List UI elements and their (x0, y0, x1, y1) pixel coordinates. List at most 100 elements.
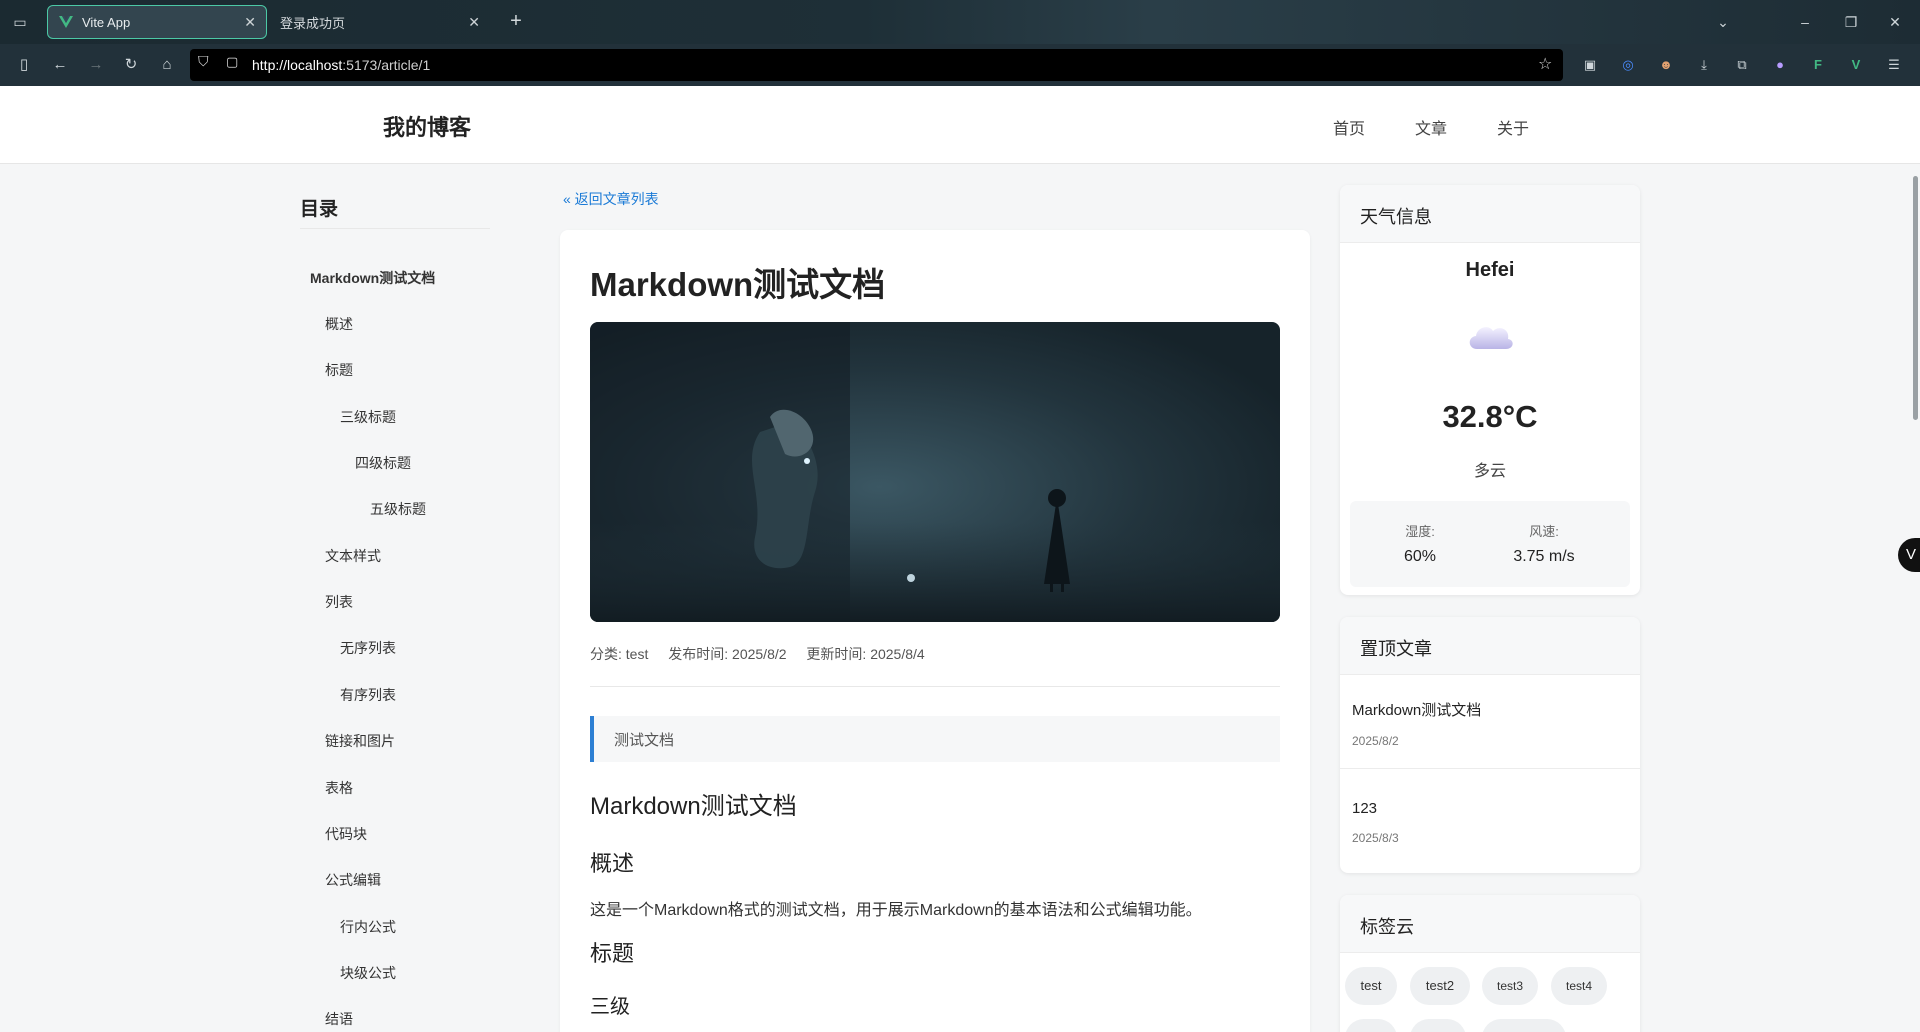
toc-item[interactable]: 行内公式 (340, 917, 396, 937)
extension-f-icon[interactable]: F (1806, 53, 1830, 77)
page-info-icon[interactable]: ▢ (226, 54, 238, 70)
nav-home[interactable]: 首页 (1333, 115, 1365, 139)
toc-item[interactable]: 概述 (325, 314, 353, 334)
new-tab-icon[interactable]: + (504, 10, 528, 34)
weather-heading: 天气信息 (1340, 185, 1640, 243)
back-to-list-link[interactable]: « 返回文章列表 (563, 189, 659, 209)
vue-logo-icon (59, 16, 73, 28)
meta-divider (590, 686, 1280, 687)
toc-item[interactable]: Markdown测试文档 (310, 268, 435, 288)
pinned-item-date: 2025/8/3 (1352, 831, 1399, 845)
browser-tab-bar: ▭ Vite App ✕ 登录成功页 ✕ + ⌄ – ❐ ✕ (0, 0, 1920, 44)
toc-item[interactable]: 无序列表 (340, 638, 396, 658)
toc-item[interactable]: 链接和图片 (325, 731, 395, 751)
toc-item[interactable]: 三级标题 (340, 407, 396, 427)
article-title: Markdown测试文档 (590, 266, 886, 303)
toc-item[interactable]: 表格 (325, 778, 353, 798)
heading-headings: 标题 (590, 941, 635, 966)
url-text: http://localhost:5173/article/1 (252, 57, 431, 73)
extension-blue-icon[interactable]: ◎ (1616, 53, 1640, 77)
close-tab-icon[interactable]: ✕ (468, 14, 480, 31)
tag-chip[interactable] (1410, 1019, 1466, 1032)
minimize-icon[interactable]: – (1790, 8, 1820, 36)
toc-item[interactable]: 代码块 (325, 824, 367, 844)
url-bar[interactable]: ⛉ ▢ http://localhost:5173/article/1 ☆ (190, 49, 1563, 81)
toc-title: 目录 (300, 199, 339, 220)
site-header: 我的博客 首页 文章 关于 (0, 86, 1920, 164)
weather-details: 湿度: 60% 风速: 3.75 m/s (1350, 501, 1630, 587)
nav-about[interactable]: 关于 (1497, 115, 1529, 139)
tab-vite-app[interactable]: Vite App ✕ (47, 5, 267, 39)
tag-chip[interactable]: test4 (1551, 967, 1607, 1005)
toc-item[interactable]: 标题 (325, 360, 353, 380)
wind-value: 3.75 m/s (1513, 548, 1575, 565)
toc-item[interactable]: 五级标题 (370, 499, 426, 519)
weather-description: 多云 (1473, 463, 1506, 480)
pinned-item-title[interactable]: Markdown测试文档 (1352, 699, 1481, 720)
shield-icon[interactable]: ⛉ (198, 53, 209, 70)
weather-temperature: 32.8°C (1442, 399, 1538, 434)
humidity-stat: 湿度: 60% (1350, 521, 1490, 566)
close-tab-icon[interactable]: ✕ (244, 14, 256, 31)
back-icon[interactable]: ← (48, 53, 72, 77)
extension-face-icon[interactable]: ☻ (1654, 53, 1678, 77)
heading-overview: 概述 (590, 851, 635, 876)
bookmark-star-icon[interactable]: ☆ (1538, 54, 1552, 74)
pinned-item[interactable]: 123 2025/8/3 (1352, 800, 1399, 845)
article-summary: 测试文档 (590, 716, 1280, 762)
vue-devtools-toggle[interactable]: V (1898, 538, 1920, 572)
home-icon[interactable]: ⌂ (155, 53, 179, 77)
humidity-label: 湿度: (1405, 524, 1435, 539)
tag-chip[interactable]: test (1345, 967, 1397, 1005)
extensions-puzzle-icon[interactable]: ⧉ (1730, 53, 1754, 77)
tag-cloud-heading: 标签云 (1340, 895, 1640, 953)
tag-chip[interactable] (1345, 1019, 1397, 1032)
toc-item[interactable]: 有序列表 (340, 685, 396, 705)
tag-chip[interactable]: test2 (1410, 967, 1470, 1005)
pinned-divider (1340, 768, 1640, 769)
restore-icon[interactable]: ❐ (1836, 8, 1866, 36)
tab-list-icon[interactable]: ▭ (8, 10, 32, 34)
menu-hamburger-icon[interactable]: ☰ (1882, 53, 1906, 77)
pinned-card: 置顶文章 Markdown测试文档 2025/8/2 123 2025/8/3 (1340, 617, 1640, 873)
heading-h3-partial: 三级 (590, 996, 630, 1018)
toc-item[interactable]: 列表 (325, 592, 353, 612)
article-meta: 分类: test 发布时间: 2025/8/2 更新时间: 2025/8/4 (590, 644, 941, 664)
article-cover-image (590, 322, 1280, 622)
toc-item[interactable]: 块级公式 (340, 963, 396, 983)
page-scrollbar[interactable] (1913, 176, 1918, 420)
forward-icon[interactable]: → (84, 53, 108, 77)
extension-purple-icon[interactable]: ● (1768, 53, 1792, 77)
toc-item[interactable]: 公式编辑 (325, 870, 381, 890)
sidebar-toggle-icon[interactable]: ▯ (12, 53, 36, 77)
pinned-heading: 置顶文章 (1340, 617, 1640, 675)
vue-devtools-icon[interactable]: V (1844, 53, 1868, 77)
toc-item[interactable]: 四级标题 (355, 453, 411, 473)
heading-h1: Markdown测试文档 (590, 793, 797, 820)
article-card: Markdown测试文档 分类: test 发布时间: 2025/8/2 更新时… (560, 230, 1310, 1032)
tab-login-success[interactable]: 登录成功页 ✕ (270, 5, 490, 39)
reload-icon[interactable]: ↻ (119, 53, 143, 77)
article-published-date: 发布时间: 2025/8/2 (668, 646, 787, 662)
article-category[interactable]: 分类: test (590, 646, 648, 662)
pinned-item-title[interactable]: 123 (1352, 800, 1399, 817)
tag-chip[interactable]: test3 (1482, 967, 1538, 1005)
toc-item[interactable]: 结语 (325, 1009, 353, 1029)
tab-overflow-chevron-icon[interactable]: ⌄ (1708, 8, 1738, 36)
download-icon[interactable]: ⤓ (1692, 53, 1716, 77)
weather-city: Hefei (1465, 259, 1515, 281)
cloud-icon (1469, 327, 1513, 349)
tag-cloud-card: 标签云 test test2 test3 test4 (1340, 895, 1640, 1032)
weather-card: 天气信息 Hefei 32.8°C 多云 湿度: 60% 风速: 3.75 m/… (1340, 185, 1640, 595)
site-title[interactable]: 我的博客 (383, 110, 471, 142)
article-updated-date: 更新时间: 2025/8/4 (806, 646, 925, 662)
toc-item[interactable]: 文本样式 (325, 546, 381, 566)
toc-divider (300, 228, 490, 229)
reader-view-icon[interactable]: ▣ (1578, 53, 1602, 77)
nav-articles[interactable]: 文章 (1415, 115, 1447, 139)
browser-nav-bar: ▯ ← → ↻ ⌂ ⛉ ▢ http://localhost:5173/arti… (0, 44, 1920, 86)
pinned-item-date: 2025/8/2 (1352, 734, 1399, 748)
pinned-item[interactable]: Markdown测试文档 2025/8/2 (1352, 699, 1481, 748)
tag-chip[interactable] (1482, 1019, 1566, 1032)
close-window-icon[interactable]: ✕ (1880, 8, 1910, 36)
